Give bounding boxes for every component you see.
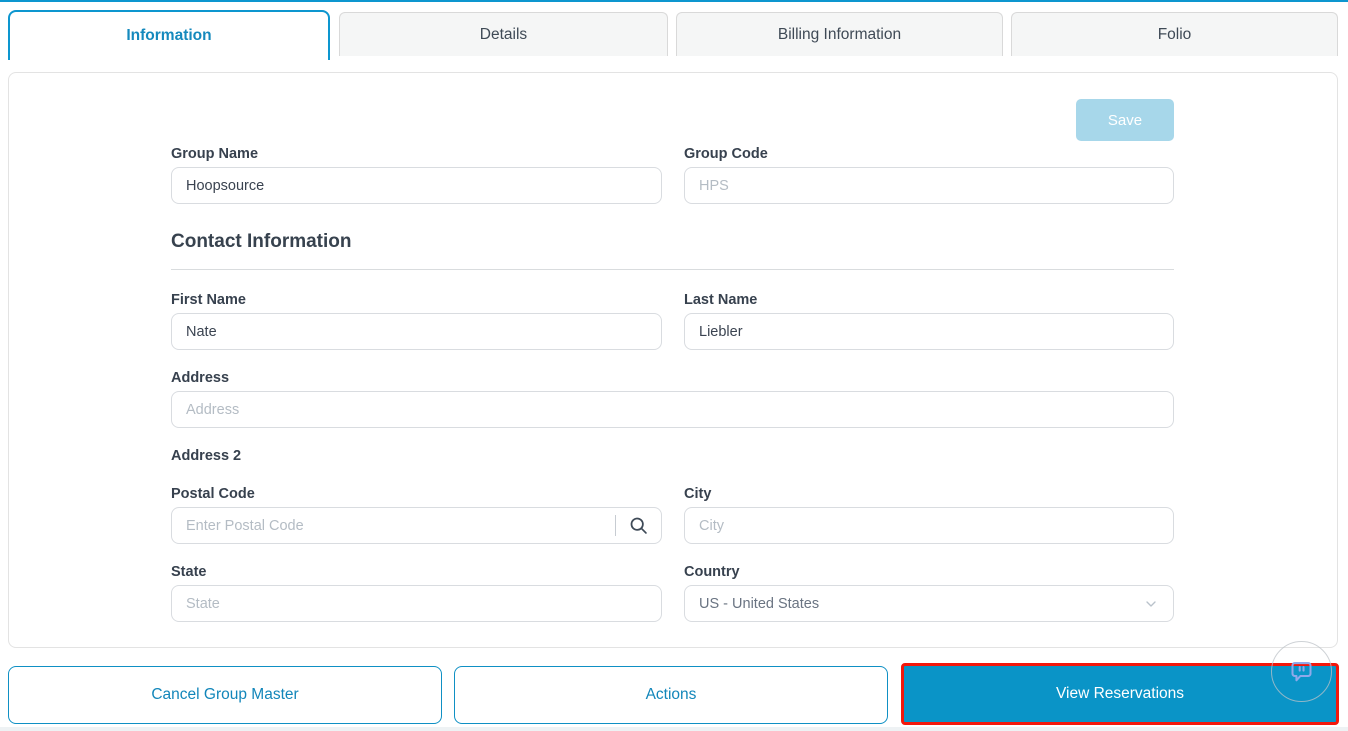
state-label: State [171,564,206,580]
tab-information-label: Information [126,27,211,45]
last-name-label: Last Name [684,292,757,308]
tab-billing-information[interactable]: Billing Information [676,12,1003,56]
tab-folio-label: Folio [1158,26,1192,44]
postal-code-input[interactable] [171,507,662,544]
postal-code-label: Postal Code [171,486,255,502]
group-code-input[interactable] [684,167,1174,204]
information-panel: Save Group Name Group Code Contact Infor… [8,72,1338,648]
group-name-label: Group Name [171,146,258,162]
first-name-label: First Name [171,292,246,308]
tab-details-label: Details [480,26,527,44]
last-name-input[interactable] [684,313,1174,350]
tab-bar-underline [0,0,1348,2]
group-master-page: Information Details Billing Information … [0,0,1348,731]
contact-information-heading: Contact Information [171,231,352,253]
postal-input-divider [615,515,616,536]
address-label: Address [171,370,229,386]
cancel-group-master-button[interactable]: Cancel Group Master [8,666,442,724]
group-code-label: Group Code [684,146,768,162]
chat-widget-button[interactable] [1271,641,1332,702]
city-input[interactable] [684,507,1174,544]
country-selected-value: US - United States [699,596,819,612]
first-name-input[interactable] [171,313,662,350]
search-icon[interactable] [628,515,649,536]
tab-billing-information-label: Billing Information [778,26,901,44]
section-divider [171,269,1174,270]
country-label: Country [684,564,740,580]
group-name-input[interactable] [171,167,662,204]
tab-details[interactable]: Details [339,12,668,56]
tab-folio[interactable]: Folio [1011,12,1338,56]
address2-label: Address 2 [171,448,241,464]
save-button[interactable]: Save [1076,99,1174,141]
address-input[interactable] [171,391,1174,428]
actions-button[interactable]: Actions [454,666,888,724]
city-label: City [684,486,711,502]
chat-bubble-icon [1288,658,1315,685]
chevron-down-icon [1143,596,1159,612]
tab-information[interactable]: Information [8,10,330,60]
state-input[interactable] [171,585,662,622]
country-select[interactable]: US - United States [684,585,1174,622]
bottom-edge-strip [0,727,1348,731]
